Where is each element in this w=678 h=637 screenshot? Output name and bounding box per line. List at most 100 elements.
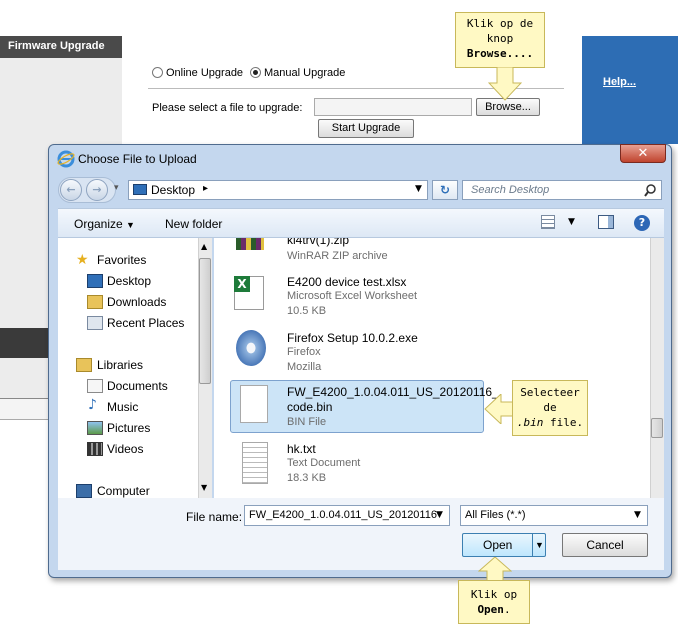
close-button[interactable]: ✕ [620,144,666,163]
open-button[interactable]: Open ▼ [462,533,546,557]
online-upgrade-option[interactable]: Online Upgrade [152,66,243,79]
dialog-title: Choose File to Upload [78,152,197,166]
scroll-up-icon[interactable]: ▲ [201,242,207,251]
videos-icon [87,442,103,456]
file-type: Firefox [287,346,321,358]
callout-text: Klik op [470,588,518,601]
help-link[interactable]: Help... [603,76,636,88]
scroll-down-icon[interactable]: ▼ [201,483,207,492]
search-input[interactable]: Search Desktop [462,180,662,200]
back-button[interactable]: ← [60,179,82,201]
nav-downloads[interactable]: Downloads [107,295,166,309]
file-icon [240,385,268,423]
file-name: ki4trv(1).zip [287,238,350,247]
nav-music[interactable]: Music [107,400,138,414]
chevron-down-icon[interactable]: ▼ [535,534,544,556]
start-upgrade-button[interactable]: Start Upgrade [318,119,414,138]
callout-text: file. [543,416,584,429]
callout-arrow-down [488,67,522,101]
nav-desktop[interactable]: Desktop [107,274,151,288]
file-size: 18.3 KB [287,472,327,484]
split-divider [532,534,533,556]
nav-libraries[interactable]: Libraries [97,358,143,372]
chevron-right-icon[interactable]: ▸ [203,183,208,194]
callout-arrow-left [484,394,514,424]
preview-pane-icon[interactable] [598,215,614,229]
computer-icon [76,484,92,498]
nav-recent-places[interactable]: Recent Places [107,316,184,330]
search-icon[interactable] [644,184,657,197]
open-label: Open [483,538,513,552]
address-location: Desktop [151,183,196,197]
callout-text: Browse.... [466,47,534,60]
organize-label: Organize [74,217,123,231]
chevron-down-icon[interactable]: ▼ [436,510,443,520]
select-file-label: Please select a file to upgrade: [152,102,303,114]
help-icon[interactable]: ? [634,215,650,231]
nav-videos[interactable]: Videos [107,442,143,456]
new-folder-button[interactable]: New folder [165,217,222,231]
refresh-button[interactable]: ↻ [432,180,458,200]
browse-callout: Klik op de knop Browse.... [455,12,545,68]
file-name-cont: code.bin [287,400,333,414]
recent-places-icon [87,316,103,330]
ie-icon [57,150,75,168]
address-bar[interactable]: Desktop ▸ ▼ [128,180,428,200]
file-list [214,238,664,498]
file-path-input[interactable] [314,98,472,116]
filename-label: File name: [186,510,243,524]
callout-text: Selecteer [520,386,580,399]
callout-text: . [503,603,511,616]
file-scroll-thumb[interactable] [651,418,663,438]
nav-scroll-thumb[interactable] [199,258,211,384]
online-upgrade-label: Online Upgrade [166,67,244,79]
manual-upgrade-option[interactable]: Manual Upgrade [250,66,345,79]
music-icon: ♪ [88,397,97,413]
callout-text: Klik op de [466,17,534,30]
desktop-icon [87,274,103,288]
libraries-icon [76,358,92,372]
documents-icon [87,379,103,393]
filename-input[interactable]: FW_E4200_1.0.04.011_US_20120116 [244,505,450,526]
select-callout: Selecteer de .bin file. [512,380,588,436]
file-name[interactable]: Firefox Setup 10.0.2.exe [287,331,418,345]
file-name[interactable]: E4200 device test.xlsx [287,275,406,289]
chevron-down-icon: ▼ [126,220,135,230]
view-options-icon[interactable] [541,215,555,229]
chevron-down-icon[interactable]: ▼ [415,184,422,194]
chevron-down-icon[interactable]: ▼ [634,510,641,520]
downloads-icon [87,295,103,309]
file-type: BIN File [287,416,327,428]
excel-badge-icon: X [234,276,250,292]
installer-icon [236,330,266,366]
file-scrollbar[interactable] [650,238,664,498]
manual-upgrade-radio[interactable] [250,67,261,78]
text-file-icon [242,442,268,484]
recent-dropdown-icon[interactable]: ▾ [114,183,119,193]
organize-menu[interactable]: Organize ▼ [74,217,135,231]
nav-documents[interactable]: Documents [107,379,168,393]
chevron-down-icon[interactable]: ▼ [568,217,575,227]
file-name[interactable]: hk.txt [287,442,316,456]
star-icon: ★ [76,252,89,268]
nav-pictures[interactable]: Pictures [107,421,150,435]
section-title: Firmware Upgrade [0,36,122,58]
file-type: WinRAR ZIP archive [287,250,388,262]
list-item[interactable]: ki4trv(1).zip WinRAR ZIP archive [214,238,650,268]
callout-text: .bin file. [513,415,587,430]
router-help-panel [582,36,678,144]
nav-favorites[interactable]: Favorites [97,253,146,267]
nav-computer[interactable]: Computer [97,484,150,498]
callout-text: Open. [459,602,529,617]
callout-text: Open [477,603,504,616]
forward-button[interactable]: → [86,179,108,201]
callout-text: de [543,401,557,414]
file-type-filter[interactable]: All Files (*.*) [460,505,648,526]
cancel-button[interactable]: Cancel [562,533,648,557]
callout-text: .bin [516,416,544,429]
pictures-icon [87,421,103,435]
file-type: Microsoft Excel Worksheet [287,290,418,302]
online-upgrade-radio[interactable] [152,67,163,78]
manual-upgrade-label: Manual Upgrade [264,67,346,79]
winrar-icon [236,238,264,250]
